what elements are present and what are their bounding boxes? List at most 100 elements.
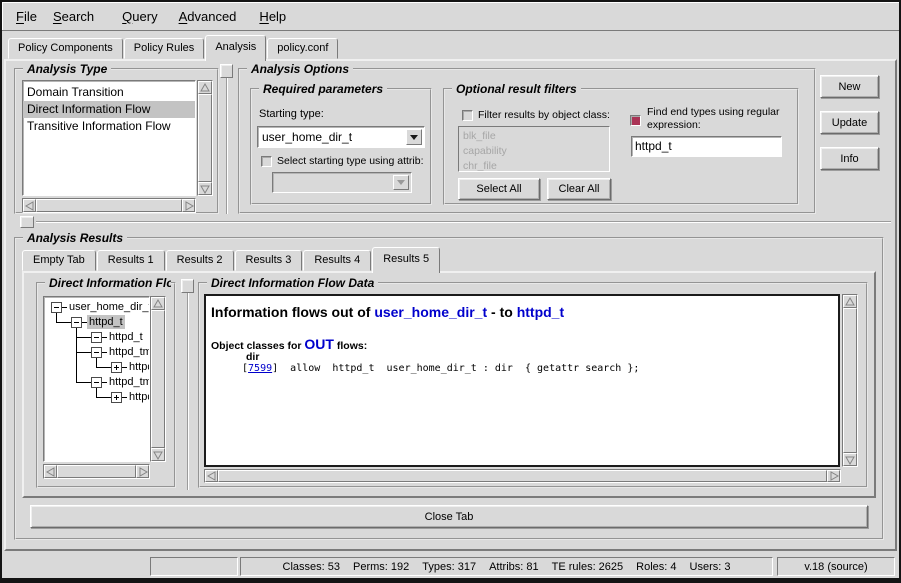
results-sash-line [36,221,891,223]
analysis-type-hscrollbar[interactable] [22,198,196,213]
scroll-left-button[interactable] [205,470,218,482]
menu-query[interactable]: Query [118,7,161,26]
starting-type-dropdown-button[interactable] [406,129,422,145]
menu-file[interactable]: File [12,7,41,26]
attrib-checkbox[interactable] [261,156,272,167]
results-tab-results-3[interactable]: Results 3 [235,250,303,271]
scroll-up-button[interactable] [151,297,165,310]
tab-policy-rules[interactable]: Policy Rules [124,38,205,59]
results-tab-results-2[interactable]: Results 2 [166,250,234,271]
tree-collapse-icon[interactable] [51,302,62,313]
analysis-type-item[interactable]: Domain Transition [23,84,195,101]
tree-collapse-icon[interactable] [91,377,102,388]
scroll-left-button[interactable] [44,465,57,478]
scroll-down-button[interactable] [198,182,212,195]
tree-node[interactable]: httpd_t [87,315,125,329]
tree-collapse-icon[interactable] [91,347,102,358]
scroll-right-button[interactable] [827,470,840,482]
regex-checkbox-label-line2: expression: [647,119,701,131]
scroll-right-button[interactable] [136,465,149,478]
analysis-type-item[interactable]: Transitive Information Flow [23,118,195,135]
starting-type-label: Starting type: [259,108,324,120]
flow-data-vscrollbar[interactable] [842,294,858,467]
regex-input[interactable]: httpd_t [631,136,782,157]
attrib-checkbox-label: Select starting type using attrib: [277,155,424,167]
tree-node[interactable]: httpd_tmpfs_ [107,375,150,389]
results-tab-results-1[interactable]: Results 1 [97,250,165,271]
chevron-down-icon [410,135,418,140]
status-stat: Attribs: 81 [489,561,539,573]
scroll-up-button[interactable] [198,81,212,94]
results-sash-handle[interactable] [20,216,34,228]
tree-collapse-icon[interactable] [91,332,102,343]
menu-advanced[interactable]: Advanced [175,7,241,26]
menu-search[interactable]: Search [49,7,98,26]
tab-analysis[interactable]: Analysis [205,35,266,61]
optional-filters-title: Optional result filters [452,82,581,96]
scroll-up-icon [200,83,210,93]
status-stat: Roles: 4 [636,561,676,573]
results-tab-results-5[interactable]: Results 5 [372,247,440,273]
required-parameters-title: Required parameters [259,82,387,96]
analysis-type-item[interactable]: Direct Information Flow [23,101,195,118]
scroll-up-icon [845,297,855,307]
regex-checkbox[interactable] [630,115,641,126]
tree-expand-icon[interactable] [111,362,122,373]
tree-node[interactable]: httpd_t [127,390,150,404]
scroll-down-icon [845,455,855,465]
results-tab-bar: Empty TabResults 1Results 2Results 3Resu… [22,247,441,273]
tree-connector [76,328,77,382]
status-stat: Types: 317 [422,561,476,573]
object-class-checkbox[interactable] [462,110,473,121]
tree-node[interactable]: httpd_t [127,360,150,374]
starting-type-combobox[interactable]: user_home_dir_t [257,126,425,148]
update-button[interactable]: Update [820,111,879,134]
scroll-right-button[interactable] [182,199,195,212]
results-tab-empty-tab[interactable]: Empty Tab [22,250,96,271]
tree-node[interactable]: user_home_dir_t [67,300,150,314]
flow-data-textarea[interactable]: Information flows out of user_home_dir_t… [204,294,840,467]
top-sash-handle[interactable] [220,64,233,78]
scroll-thumb[interactable] [57,465,136,478]
flow-tree[interactable]: user_home_dir_thttpd_thttpd_thttpd_tmp_t… [43,296,150,462]
scroll-left-icon [25,201,35,211]
status-stat: Users: 3 [690,561,731,573]
scroll-thumb[interactable] [843,308,857,453]
scroll-left-button[interactable] [23,199,36,212]
scroll-down-button[interactable] [843,453,857,466]
rule-id-link[interactable]: 7599 [248,363,272,374]
analysis-type-vscrollbar[interactable] [197,80,213,196]
scroll-thumb[interactable] [36,199,182,212]
object-class-item: capability [463,144,605,159]
scroll-thumb[interactable] [198,94,212,182]
scroll-up-button[interactable] [843,295,857,308]
attrib-combobox [272,172,412,193]
analysis-type-list[interactable]: Domain TransitionDirect Information Flow… [22,80,196,196]
select-all-button[interactable]: Select All [458,178,540,200]
tree-connector [56,322,71,323]
flow-tree-hscrollbar[interactable] [43,464,150,479]
analysis-results-title: Analysis Results [23,231,127,245]
tree-connector [96,397,111,398]
tab-policy-components[interactable]: Policy Components [8,38,123,59]
regex-checkbox-label-line1: Find end types using regular [647,106,780,118]
flow-data-hscrollbar[interactable] [204,469,841,483]
scroll-down-button[interactable] [151,448,165,461]
flow-tree-vscrollbar[interactable] [150,296,166,462]
clear-all-button[interactable]: Clear All [547,178,611,200]
scroll-thumb[interactable] [151,310,165,448]
scroll-thumb[interactable] [218,470,827,482]
tree-data-sash-handle[interactable] [181,279,194,293]
main-tab-bar: Policy ComponentsPolicy RulesAnalysispol… [8,35,339,61]
tree-node[interactable]: httpd_t [107,330,145,344]
flow-direction: OUT [304,336,334,352]
tab-policy-conf[interactable]: policy.conf [267,38,338,59]
info-button[interactable]: Info [820,147,879,170]
results-tab-results-4[interactable]: Results 4 [303,250,371,271]
new-button[interactable]: New [820,75,879,98]
close-tab-button[interactable]: Close Tab [30,505,868,528]
tree-collapse-icon[interactable] [71,317,82,328]
tree-expand-icon[interactable] [111,392,122,403]
menu-help[interactable]: Help [255,7,290,26]
tree-node[interactable]: httpd_tmp_t [107,345,150,359]
